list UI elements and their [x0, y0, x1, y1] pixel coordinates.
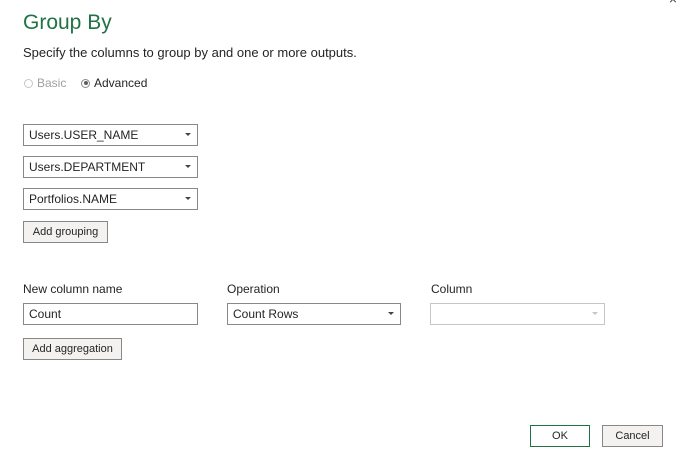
chevron-down-icon	[592, 312, 598, 315]
operation-value: Count Rows	[233, 307, 299, 321]
operation-select[interactable]: Count Rows	[227, 303, 401, 325]
dialog-subtitle: Specify the columns to group by and one …	[23, 45, 357, 60]
group-by-column-3-select[interactable]: Portfolios.NAME	[23, 188, 198, 210]
advanced-label: Advanced	[94, 76, 148, 90]
column-select[interactable]	[430, 303, 605, 325]
new-column-name-header: New column name	[23, 282, 123, 296]
chevron-down-icon	[185, 133, 191, 136]
basic-radio[interactable]	[24, 78, 33, 88]
close-icon[interactable]: ×	[666, 0, 678, 6]
new-column-name-value: Count	[29, 307, 62, 321]
new-column-name-input[interactable]: Count	[23, 303, 198, 325]
basic-option[interactable]: Basic	[24, 76, 66, 90]
group-by-column-2-value: Users.DEPARTMENT	[29, 160, 146, 174]
advanced-option[interactable]: Advanced	[81, 76, 147, 90]
operation-header: Operation	[227, 282, 280, 296]
group-by-column-1-select[interactable]: Users.USER_NAME	[23, 124, 198, 146]
add-grouping-button[interactable]: Add grouping	[23, 221, 108, 243]
basic-label: Basic	[37, 76, 67, 90]
group-by-column-3-value: Portfolios.NAME	[29, 192, 118, 206]
chevron-down-icon	[185, 165, 191, 168]
advanced-radio[interactable]	[81, 78, 90, 88]
chevron-down-icon	[388, 312, 394, 315]
group-by-column-1-value: Users.USER_NAME	[29, 128, 139, 142]
ok-button[interactable]: OK	[530, 425, 590, 447]
group-by-column-2-select[interactable]: Users.DEPARTMENT	[23, 156, 198, 178]
add-aggregation-button[interactable]: Add aggregation	[23, 338, 122, 360]
column-header: Column	[431, 282, 473, 296]
dialog-title: Group By	[23, 11, 112, 34]
chevron-down-icon	[185, 197, 191, 200]
cancel-button[interactable]: Cancel	[602, 425, 663, 447]
